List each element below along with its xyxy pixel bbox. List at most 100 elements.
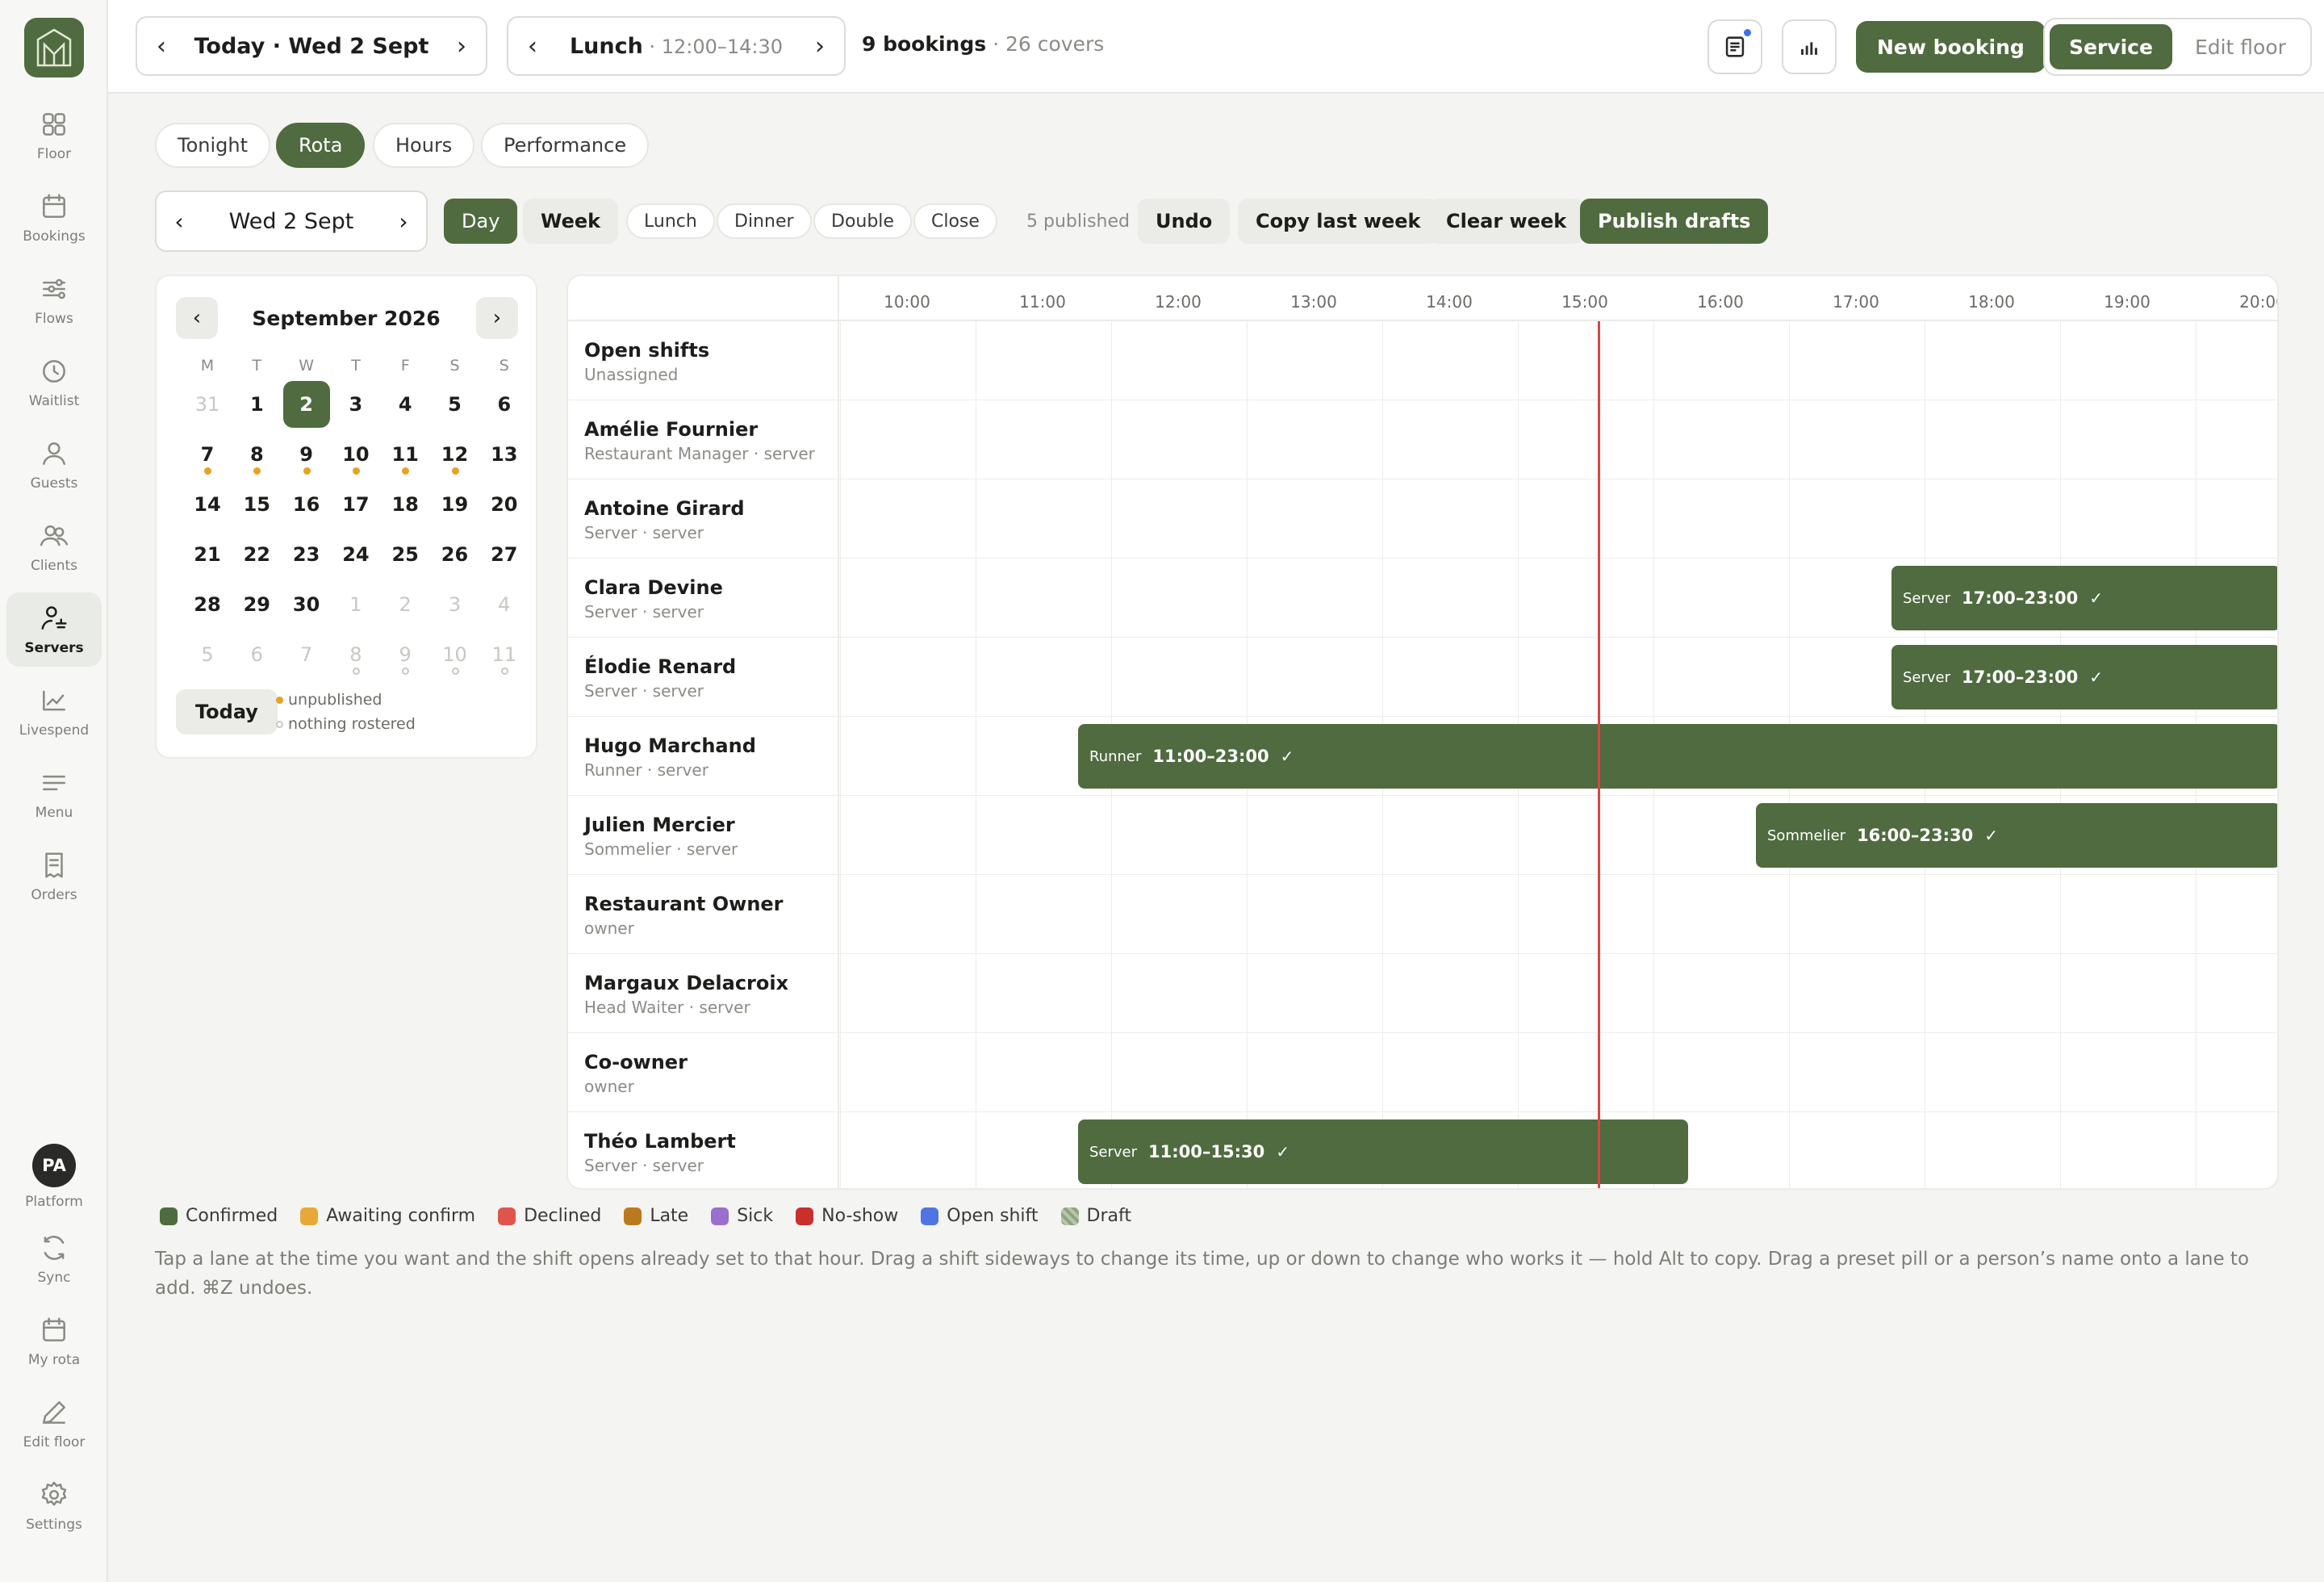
calendar-day[interactable]: 7 [184,431,231,478]
help-text: Tap a lane at the time you want and the … [155,1249,2250,1299]
calendar-day[interactable]: 24 [332,531,379,578]
unpublished-dot [204,467,211,475]
view-day-button[interactable]: Day [444,199,518,244]
calendar-day[interactable]: 4 [382,381,428,428]
next-service-button[interactable]: › [796,18,844,74]
calendar-next-month-button[interactable]: › [476,297,518,339]
copy-last-week-button[interactable]: Copy last week [1238,199,1439,244]
sync-icon [44,1236,65,1260]
prev-service-button[interactable]: ‹ [508,18,557,74]
calendar-day[interactable]: 16 [283,481,330,528]
logo[interactable] [24,18,84,77]
mode-switch: Service Edit floor [2043,18,2312,76]
undo-button[interactable]: Undo [1138,199,1231,244]
calendar-day[interactable]: 21 [184,531,231,578]
calendar-day[interactable]: 25 [382,531,428,578]
calendar-day[interactable]: 4 [481,581,528,628]
mode-edit-floor[interactable]: Edit floor [2176,24,2305,69]
calendar-day[interactable]: 7 [283,631,330,678]
calendar-day[interactable]: 22 [233,531,280,578]
calendar-day[interactable]: 23 [283,531,330,578]
calendar-day[interactable]: 18 [382,481,428,528]
rail-item-clients[interactable]: Clients [6,510,102,584]
shift-block[interactable]: Runner 11:00–23:00 ✓ [1078,724,2277,789]
shift-block[interactable]: Sommelier 16:00–23:30 ✓ [1756,803,2277,868]
calendar-day[interactable]: 10 [332,431,379,478]
calendar-day[interactable]: 1 [332,581,379,628]
calendar-day[interactable]: 10 [432,631,479,678]
prev-day-button[interactable]: ‹ [137,18,186,74]
rota-prev-button[interactable]: ‹ [157,208,202,235]
calendar-day[interactable]: 6 [481,381,528,428]
rail-item-my-rota[interactable]: My rota [6,1304,102,1379]
rail-item-platform[interactable]: PA Platform [6,1140,102,1214]
stats-button[interactable] [1782,19,1837,74]
shift-block[interactable]: Server 17:00–23:00 ✓ [1891,566,2277,630]
calendar-day[interactable]: 13 [481,431,528,478]
tab-hours[interactable]: Hours [373,123,475,168]
rail-item-servers[interactable]: Servers [6,592,102,667]
calendar-day[interactable]: 29 [233,581,280,628]
rota-next-button[interactable]: › [381,208,426,235]
calendar-day[interactable]: 17 [332,481,379,528]
preset-lunch[interactable]: Lunch [626,203,715,239]
calendar-day[interactable]: 3 [332,381,379,428]
calendar-day[interactable]: 1 [233,381,280,428]
rail-item-menu[interactable]: Menu [6,757,102,831]
calendar-day[interactable]: 8 [332,631,379,678]
clock-icon [43,360,65,383]
calendar-day[interactable]: 6 [233,631,280,678]
mode-service[interactable]: Service [2050,24,2172,69]
rail-item-guests[interactable]: Guests [6,428,102,502]
calendar-day[interactable]: 11 [382,431,428,478]
new-booking-button[interactable]: New booking [1856,21,2046,73]
preset-double[interactable]: Double [813,203,912,239]
rail-item-floor[interactable]: Floor [6,98,102,173]
calendar-day[interactable]: 12 [432,431,479,478]
rail-item-waitlist[interactable]: Waitlist [6,345,102,420]
rail-item-sync[interactable]: Sync [6,1222,102,1296]
calendar-day[interactable]: 20 [481,481,528,528]
shift-time: 11:00–15:30 [1148,1142,1265,1161]
preset-dinner[interactable]: Dinner [717,203,812,239]
tab-performance[interactable]: Performance [481,123,650,168]
calendar-day[interactable]: 5 [432,381,479,428]
calendar-day[interactable]: 15 [233,481,280,528]
notes-button[interactable] [1707,19,1762,74]
legend-swatch [921,1207,939,1225]
calendar-day[interactable]: 9 [382,631,428,678]
calendar-day[interactable]: 14 [184,481,231,528]
shift-block[interactable]: Server 17:00–23:00 ✓ [1891,645,2277,709]
shift-block[interactable]: Server 11:00–15:30 ✓ [1078,1120,1688,1184]
rail-item-orders[interactable]: Orders [6,839,102,914]
calendar-day[interactable]: 3 [432,581,479,628]
tab-rota[interactable]: Rota [276,123,366,168]
clear-week-button[interactable]: Clear week [1428,199,1585,244]
rail-item-label: Floor [36,146,72,162]
notification-dot [1742,27,1753,38]
next-day-button[interactable]: › [437,18,486,74]
calendar-day[interactable]: 8 [233,431,280,478]
rail-item-settings[interactable]: Settings [6,1469,102,1543]
calendar-day[interactable]: 28 [184,581,231,628]
calendar-day[interactable]: 27 [481,531,528,578]
calendar-day[interactable]: 9 [283,431,330,478]
calendar-today-button[interactable]: Today [176,689,278,734]
calendar-day[interactable]: 11 [481,631,528,678]
calendar-day[interactable]: 30 [283,581,330,628]
day-navigator: ‹ Today · Wed 2 Sept › [136,16,487,76]
calendar-day[interactable]: 2 [382,581,428,628]
calendar-day[interactable]: 26 [432,531,479,578]
rail-item-livespend[interactable]: Livespend [6,675,102,749]
calendar-day[interactable]: 2 [282,381,330,428]
preset-close[interactable]: Close [913,203,997,239]
rail-item-edit-floor[interactable]: Edit floor [6,1387,102,1461]
rail-item-bookings[interactable]: Bookings [6,181,102,255]
tab-tonight[interactable]: Tonight [155,123,270,168]
publish-drafts-button[interactable]: Publish drafts [1580,199,1769,244]
calendar-day[interactable]: 31 [184,381,231,428]
calendar-day[interactable]: 5 [184,631,231,678]
rail-item-flows[interactable]: Flows [6,263,102,337]
calendar-day[interactable]: 19 [432,481,479,528]
view-week-button[interactable]: Week [523,199,619,244]
